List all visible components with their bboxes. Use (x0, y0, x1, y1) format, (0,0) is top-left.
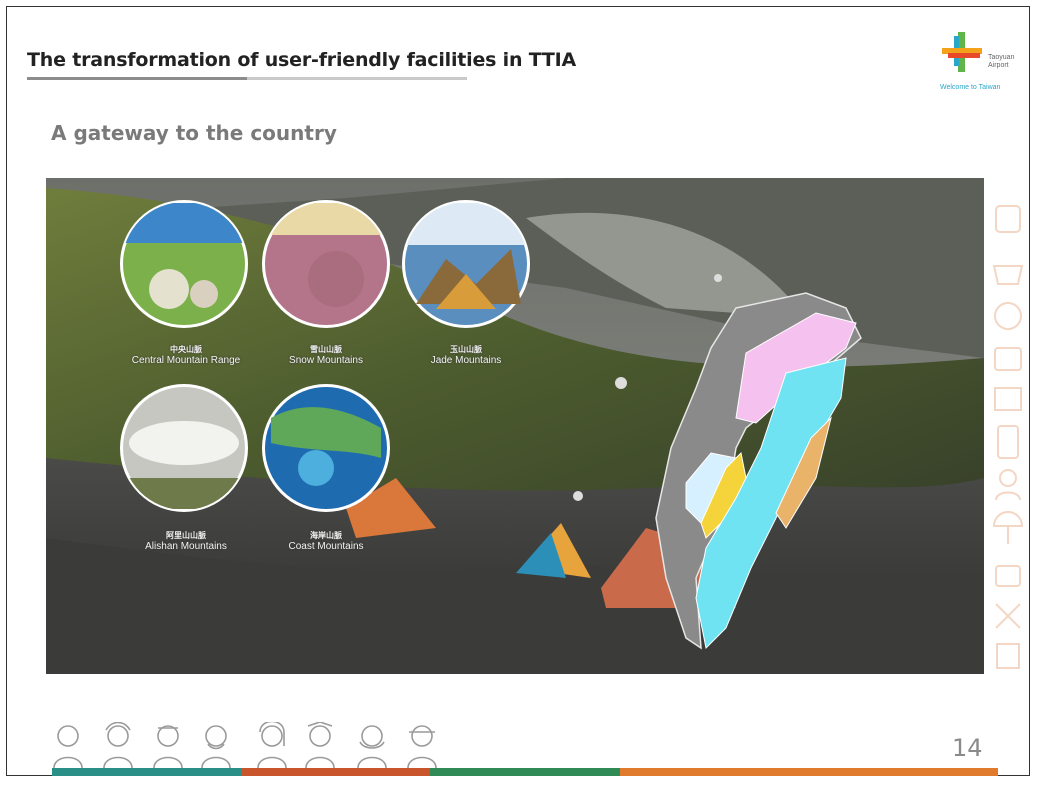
airport-logo: Taoyuan Airport Welcome to Taiwan (934, 26, 1024, 106)
jade-mountains-label: 玉山山脈 Jade Mountains (430, 345, 502, 366)
slide-title: The transformation of user-friendly faci… (27, 49, 577, 71)
logo-text-2: Airport (988, 62, 1009, 69)
mountain-landscape-image (46, 178, 984, 674)
alishan-mountains-label: 阿里山山脈 Alishan Mountains (145, 531, 227, 552)
people-icons-row (48, 720, 448, 770)
footer-bar-segment (52, 768, 242, 776)
footer-color-bar (52, 768, 998, 776)
airport-logo-icon (942, 32, 982, 72)
page-number: 14 (952, 734, 983, 762)
snow-mountains-label: 雪山山脈 Snow Mountains (289, 345, 363, 366)
slide-subtitle: A gateway to the country (51, 121, 337, 145)
footer-bar-segment (430, 768, 620, 776)
people-icon (53, 720, 437, 769)
coast-mountains-photo (262, 384, 390, 512)
central-mountain-range-label: 中央山脈 Central Mountain Range (131, 345, 241, 366)
coast-mountains-label: 海岸山脈 Coast Mountains (288, 531, 364, 552)
logo-text-1: Taoyuan (988, 54, 1015, 61)
alishan-mountains-photo (120, 384, 248, 512)
jade-mountains-photo (402, 200, 530, 328)
logo-tagline: Welcome to Taiwan (940, 84, 1001, 91)
snow-mountains-photo (262, 200, 390, 328)
footer-bar-segment (241, 768, 431, 776)
mountain-photo: 中央山脈 Central Mountain Range 雪山山脈 Snow Moun… (46, 178, 984, 674)
central-mountain-range-photo (120, 200, 248, 328)
title-underline (27, 77, 467, 80)
decorative-side-icons (986, 196, 1030, 676)
facility-icons (992, 205, 1024, 669)
footer-bar-segment (619, 768, 998, 776)
